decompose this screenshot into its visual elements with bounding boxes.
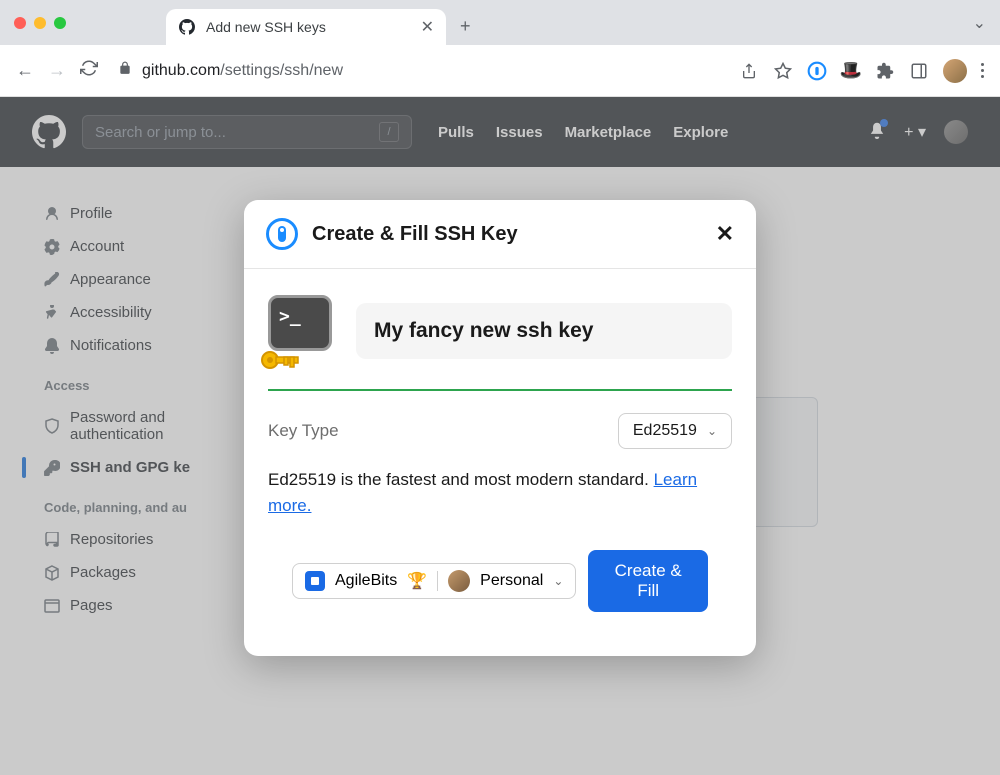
browser-toolbar-icons: 🎩 xyxy=(739,59,984,83)
trophy-icon: 🏆 xyxy=(407,571,427,591)
pill-separator xyxy=(437,571,438,591)
tab-title: Add new SSH keys xyxy=(206,19,411,35)
chrome-menu-icon[interactable] xyxy=(981,63,984,78)
url-text: github.com/settings/ssh/new xyxy=(142,62,343,80)
back-button[interactable]: ← xyxy=(16,60,34,81)
window-minimize-button[interactable] xyxy=(34,17,46,29)
onepassword-modal: Create & Fill SSH Key ✕ >_ Key Type Ed25… xyxy=(244,200,756,656)
create-and-fill-button[interactable]: Create & Fill xyxy=(588,550,708,612)
onepassword-logo-icon xyxy=(266,218,298,250)
modal-close-button[interactable]: ✕ xyxy=(716,221,734,247)
tab-close-icon[interactable]: ✕ xyxy=(421,17,434,37)
lock-icon xyxy=(118,61,132,80)
vault-avatar-icon xyxy=(448,570,470,592)
ssh-key-item-icon: >_ xyxy=(268,295,340,367)
account-vault-selector[interactable]: AgileBits 🏆 Personal ⌄ xyxy=(292,563,576,599)
window-maximize-button[interactable] xyxy=(54,17,66,29)
modal-footer: AgileBits 🏆 Personal ⌄ Create & Fill xyxy=(268,550,732,634)
key-badge-icon xyxy=(260,347,300,373)
browser-toolbar: ← → github.com/settings/ssh/new 🎩 xyxy=(0,45,1000,97)
browser-tab-bar: Add new SSH keys ✕ + ⌄ xyxy=(0,0,1000,45)
reload-button[interactable] xyxy=(80,59,98,82)
browser-tab[interactable]: Add new SSH keys ✕ xyxy=(166,9,446,45)
vault-name: Personal xyxy=(480,572,543,590)
key-name-row: >_ xyxy=(268,295,732,367)
key-type-value: Ed25519 xyxy=(633,422,697,440)
chevron-down-icon: ⌄ xyxy=(553,574,563,588)
github-favicon-icon xyxy=(178,18,196,36)
bookmark-star-icon[interactable] xyxy=(773,61,793,81)
extensions-puzzle-icon[interactable] xyxy=(875,61,895,81)
key-type-label: Key Type xyxy=(268,421,339,441)
side-panel-icon[interactable] xyxy=(909,61,929,81)
profile-avatar[interactable] xyxy=(943,59,967,83)
new-tab-button[interactable]: + xyxy=(460,16,471,37)
address-bar[interactable]: github.com/settings/ssh/new xyxy=(112,61,725,80)
key-name-input[interactable] xyxy=(356,303,732,359)
extension-icon[interactable]: 🎩 xyxy=(841,61,861,81)
account-icon xyxy=(305,571,325,591)
window-controls xyxy=(14,17,66,29)
account-name: AgileBits xyxy=(335,572,397,590)
share-icon[interactable] xyxy=(739,61,759,81)
key-type-row: Key Type Ed25519 ⌄ xyxy=(268,413,732,449)
modal-body: >_ Key Type Ed25519 ⌄ Ed25519 is the fas… xyxy=(244,269,756,656)
tabs-dropdown-icon[interactable]: ⌄ xyxy=(973,13,986,33)
modal-title: Create & Fill SSH Key xyxy=(312,223,518,246)
window-close-button[interactable] xyxy=(14,17,26,29)
modal-header: Create & Fill SSH Key ✕ xyxy=(244,200,756,269)
chevron-down-icon: ⌄ xyxy=(707,424,717,438)
key-type-description: Ed25519 is the fastest and most modern s… xyxy=(268,467,732,518)
modal-divider xyxy=(268,389,732,391)
onepassword-extension-icon[interactable] xyxy=(807,61,827,81)
forward-button[interactable]: → xyxy=(48,60,66,81)
key-type-select[interactable]: Ed25519 ⌄ xyxy=(618,413,732,449)
